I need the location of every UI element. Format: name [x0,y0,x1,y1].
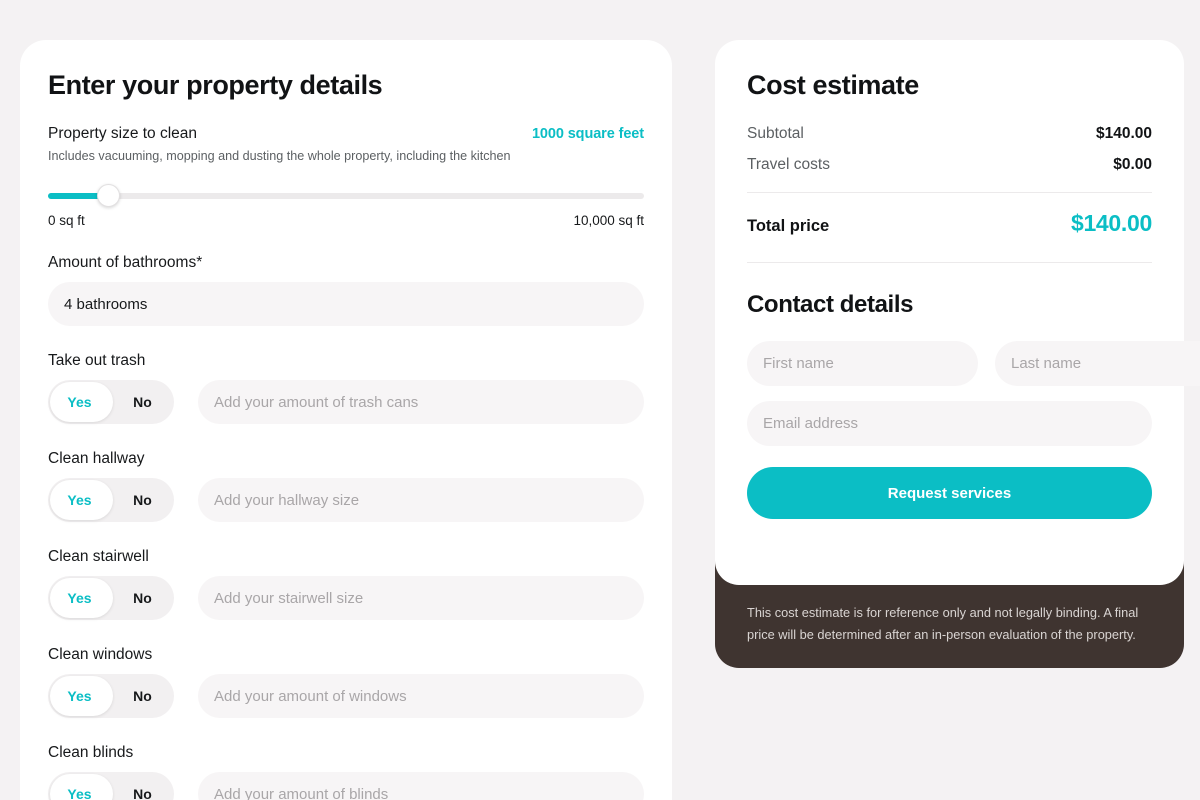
property-size-field: Property size to clean 1000 square feet … [48,125,644,228]
service-field: Clean hallway Yes No [48,450,644,522]
cost-row: Travel costs $0.00 [747,156,1152,174]
service-amount-input[interactable] [198,380,644,424]
service-control-row: Yes No [48,772,644,800]
service-label: Take out trash [48,352,146,369]
toggle-option-no[interactable]: No [111,688,174,704]
service-yes-no-toggle[interactable]: Yes No [48,772,174,800]
service-label: Clean windows [48,646,153,663]
property-size-slider[interactable] [48,184,644,208]
slider-max-label: 10,000 sq ft [573,213,644,228]
bathrooms-select[interactable]: 4 bathrooms [48,282,644,326]
toggle-option-no[interactable]: No [111,590,174,606]
total-price-amount: $140.00 [1070,210,1152,236]
email-input[interactable] [747,401,1152,446]
page-root: Enter your property details Property siz… [0,0,1200,800]
cost-divider-bottom [747,262,1152,263]
service-control-row: Yes No [48,576,644,620]
request-services-button[interactable]: Request services [747,467,1152,519]
first-name-input[interactable] [747,341,978,386]
name-row [747,341,1200,386]
slider-track[interactable] [48,193,644,199]
slider-thumb[interactable] [96,184,120,207]
service-yes-no-toggle[interactable]: Yes No [48,674,174,718]
cost-row-amount: $140.00 [1095,125,1152,142]
toggle-option-yes[interactable]: Yes [48,492,111,508]
service-label: Clean hallway [48,450,145,467]
cost-divider-top [747,192,1152,193]
service-control-row: Yes No [48,478,644,522]
toggle-option-yes[interactable]: Yes [48,688,111,704]
cost-row-label: Subtotal [747,125,804,142]
service-amount-input[interactable] [198,772,644,800]
toggle-option-yes[interactable]: Yes [48,394,111,410]
bathrooms-label: Amount of bathrooms* [48,254,203,271]
property-size-value: 1000 square feet [531,126,644,142]
cost-estimate-card: Cost estimate Subtotal $140.00 Travel cost… [715,40,1200,585]
service-yes-no-toggle[interactable]: Yes No [48,380,174,424]
slider-min-label: 0 sq ft [48,213,85,228]
property-size-label: Property size to clean [48,125,198,142]
service-field: Clean stairwell Yes No [48,548,644,620]
toggle-option-yes[interactable]: Yes [48,786,111,800]
bathrooms-value: 4 bathrooms [64,295,148,313]
toggle-option-yes[interactable]: Yes [48,590,111,606]
service-yes-no-toggle[interactable]: Yes No [48,478,174,522]
service-yes-no-toggle[interactable]: Yes No [48,576,174,620]
email-row [747,401,1152,446]
cost-row: Subtotal $140.00 [747,125,1152,143]
service-label: Clean blinds [48,744,134,761]
service-field: Take out trash Yes No [48,352,644,424]
service-rows: Take out trashYesNoClean hallwayYesNoCle… [48,352,644,800]
cost-estimate-title: Cost estimate [747,70,919,100]
total-price-label: Total price [747,217,830,235]
last-name-input[interactable] [995,341,1200,386]
slider-scale: 0 sq ft 10,000 sq ft [48,213,644,228]
service-amount-input[interactable] [198,674,644,718]
contact-details-title: Contact details [747,291,914,318]
total-price-row: Total price $140.00 [747,210,1152,237]
service-amount-input[interactable] [198,478,644,522]
bathrooms-field: Amount of bathrooms* 4 bathrooms [48,254,644,326]
cost-row-label: Travel costs [747,156,830,173]
service-control-row: Yes No [48,380,644,424]
service-label: Clean stairwell [48,548,149,565]
property-size-header: Property size to clean 1000 square feet [48,125,644,143]
service-control-row: Yes No [48,674,644,718]
toggle-option-no[interactable]: No [111,492,174,508]
property-size-helper-text: Includes vacuuming, mopping and dusting … [48,149,511,163]
cost-rows: Subtotal $140.00 Travel costs $0.00 [747,125,1152,174]
toggle-option-no[interactable]: No [111,394,174,410]
page-title: Enter your property details [48,70,383,100]
toggle-option-no[interactable]: No [111,786,174,800]
disclaimer-text: This cost estimate is for reference only… [747,605,1139,642]
property-details-card: Enter your property details Property siz… [20,40,672,800]
service-amount-input[interactable] [198,576,644,620]
cost-row-amount: $0.00 [1113,156,1152,173]
service-field: Clean windows Yes No [48,646,644,718]
service-field: Clean blinds Yes No [48,744,644,800]
